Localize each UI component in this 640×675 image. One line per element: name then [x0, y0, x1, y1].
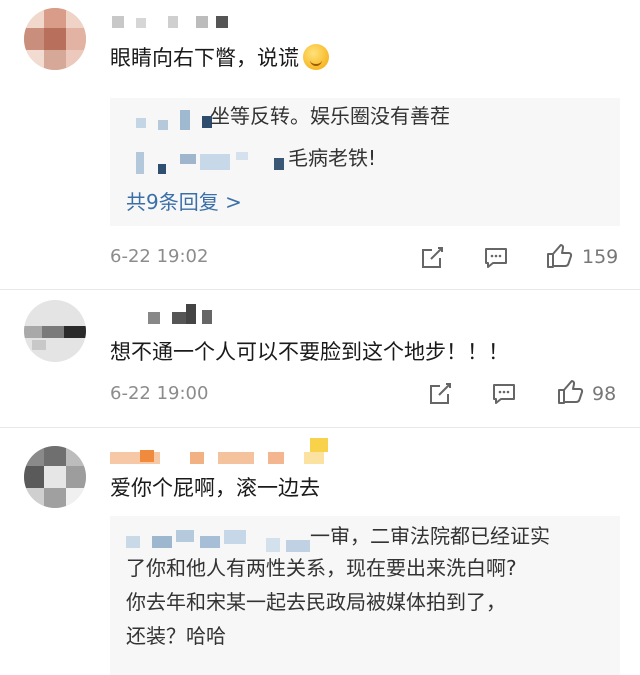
reply-box[interactable]: 坐等反转。娱乐圈没有善茬 毛病老铁! 共9条回复 > — [110, 98, 620, 226]
comment-icon[interactable] — [482, 244, 510, 272]
reply-text: 坐等反转。娱乐圈没有善茬 — [210, 104, 450, 128]
comment-2: 想不通一个人可以不要脸到这个地步！！！ 6-22 19:00 98 — [0, 290, 640, 430]
username-redacted[interactable] — [112, 16, 232, 30]
comment-text: 爱你个屁啊，滚一边去 — [110, 476, 320, 500]
share-icon[interactable] — [418, 244, 446, 272]
username-redacted[interactable] — [110, 438, 340, 464]
smiling-face-with-hand-over-mouth-icon — [303, 44, 329, 70]
reply-text: 毛病老铁! — [288, 146, 377, 170]
comment-text: 眼睛向右下瞥，说谎 — [110, 44, 329, 72]
timestamp: 6-22 19:00 — [110, 383, 209, 404]
reply-text-line: 了你和他人有两性关系，现在要出来洗白啊? — [126, 556, 517, 580]
comment-3: 爱你个屁啊，滚一边去 一审，二审法院都已经证实 了你和他人有两性关系，现在要出来… — [0, 430, 640, 675]
username-redacted[interactable] — [148, 304, 228, 324]
reply-text-line: 还装？哈哈 — [126, 624, 226, 648]
thumbs-up-icon[interactable] — [556, 378, 584, 406]
comment-1: 眼睛向右下瞥，说谎 坐等反转。娱乐圈没有善茬 毛病老铁! 共9条回复 > 6-2… — [0, 0, 640, 290]
thumbs-up-icon[interactable] — [545, 242, 573, 270]
reply-box[interactable]: 一审，二审法院都已经证实 了你和他人有两性关系，现在要出来洗白啊? 你去年和宋某… — [110, 516, 620, 675]
like-count: 159 — [582, 246, 619, 268]
more-replies-link[interactable]: 共9条回复 > — [126, 186, 242, 215]
divider — [0, 427, 640, 428]
comment-icon[interactable] — [490, 380, 518, 408]
avatar[interactable] — [24, 446, 86, 508]
avatar[interactable] — [24, 300, 86, 362]
avatar[interactable] — [24, 8, 86, 70]
timestamp: 6-22 19:02 — [110, 246, 209, 267]
reply-text-line: 一审，二审法院都已经证实 — [310, 524, 550, 548]
comment-text-content: 眼睛向右下瞥，说谎 — [110, 46, 299, 70]
comment-text: 想不通一个人可以不要脸到这个地步！！！ — [110, 340, 509, 364]
like-count: 98 — [592, 383, 617, 405]
reply-text-line: 你去年和宋某一起去民政局被媒体拍到了， — [126, 590, 506, 614]
share-icon[interactable] — [426, 380, 454, 408]
